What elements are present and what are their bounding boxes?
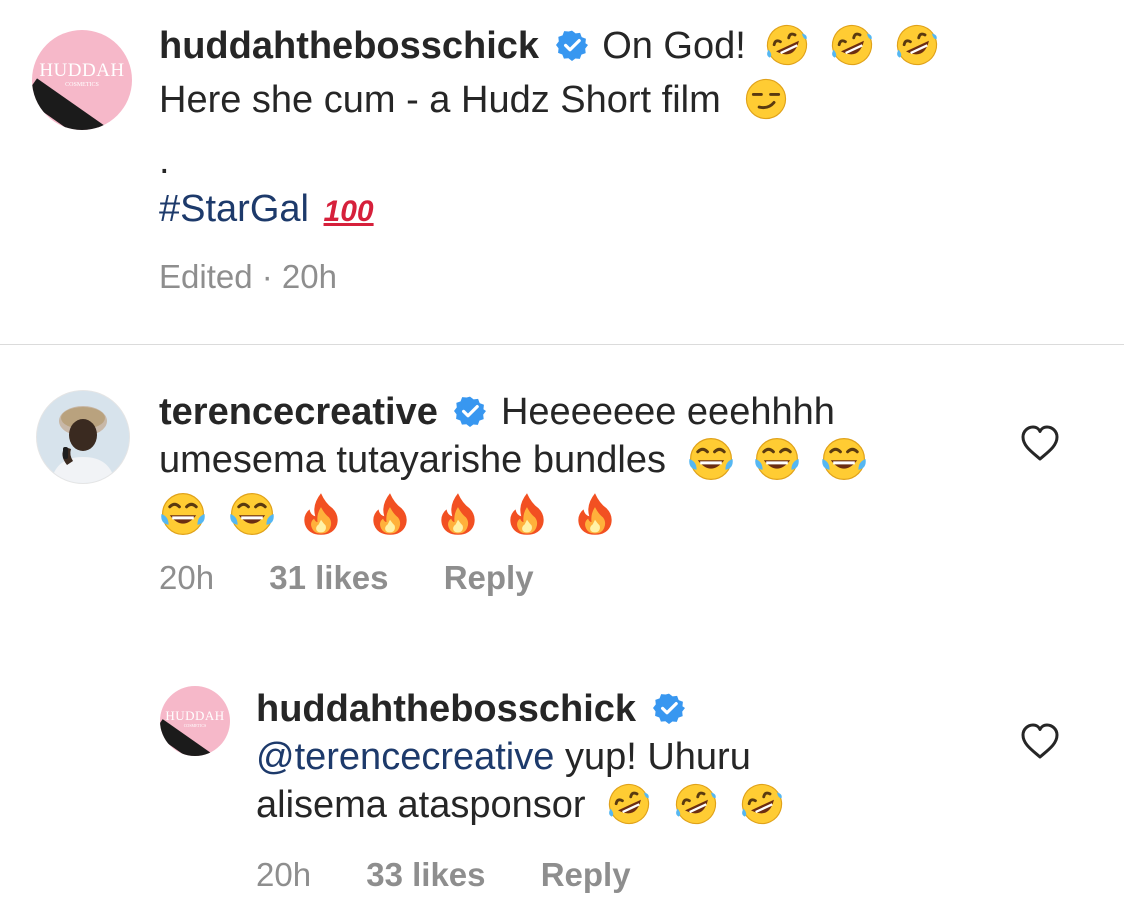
- comment-line-3: [159, 486, 618, 538]
- reply-time: 20h: [256, 856, 312, 893]
- verified-badge-icon: [653, 692, 685, 724]
- rofl-emoji-icon: [764, 22, 810, 68]
- comment-text: umesema tutayarishe bundles: [159, 439, 666, 481]
- fire-emoji-icon: [504, 490, 550, 538]
- comment-likes[interactable]: 31 likes: [269, 559, 388, 596]
- joy-emoji-icon: [753, 435, 801, 483]
- joy-emoji-icon: [820, 435, 868, 483]
- avatar-logo-text: HUDDAH: [165, 708, 225, 723]
- comment-reply-button[interactable]: Reply: [444, 559, 534, 596]
- comment-text: Heeeeeee eeehhhh: [500, 391, 835, 433]
- fire-emoji-icon: [435, 490, 481, 538]
- caption-username[interactable]: huddahthebosschick: [159, 25, 539, 67]
- fire-emoji-icon: [298, 490, 344, 538]
- avatar[interactable]: [36, 390, 130, 484]
- reply-text: alisema atasponsor: [256, 784, 586, 826]
- joy-emoji-icon: [228, 490, 276, 538]
- comment-line-2: umesema tutayarishe bundles: [159, 434, 868, 489]
- joy-emoji-icon: [159, 490, 207, 538]
- comment-time: 20h: [159, 559, 215, 596]
- rofl-emoji-icon: [739, 781, 785, 827]
- rofl-emoji-icon: [894, 22, 940, 68]
- fire-emoji-icon: [572, 490, 618, 538]
- like-heart-icon[interactable]: [1020, 722, 1060, 762]
- divider: [0, 344, 1124, 345]
- comment-line-1: terencecreative Heeeeeee eeehhhh: [159, 386, 835, 438]
- avatar-logo-text: HUDDAH: [39, 60, 125, 81]
- rofl-emoji-icon: [606, 781, 652, 827]
- comment-meta: 20h 31 likes Reply: [159, 559, 534, 597]
- mention-link[interactable]: @terencecreative: [256, 736, 554, 778]
- caption-line-2: Here she cum - a Hudz Short film: [159, 74, 789, 128]
- reply-line-3: alisema atasponsor: [256, 779, 785, 833]
- avatar-photo: [37, 391, 129, 483]
- smirk-emoji-icon: [743, 76, 789, 122]
- reply-likes[interactable]: 33 likes: [366, 856, 485, 893]
- comment-username[interactable]: terencecreative: [159, 391, 438, 433]
- caption-text: On God!: [602, 25, 746, 67]
- reply-meta: 20h 33 likes Reply: [256, 856, 631, 894]
- avatar[interactable]: HUDDAH COSMETICS: [160, 686, 230, 756]
- hundred-points-emoji-icon: 100: [323, 195, 374, 228]
- caption-meta: Edited · 20h: [159, 258, 337, 295]
- caption-line-1: huddahthebosschick On God!: [159, 20, 940, 74]
- caption-text: Here she cum - a Hudz Short film: [159, 79, 721, 121]
- reply-username[interactable]: huddahthebosschick: [256, 688, 636, 730]
- avatar[interactable]: HUDDAH COSMETICS: [32, 30, 132, 130]
- fire-emoji-icon: [367, 490, 413, 538]
- joy-emoji-icon: [687, 435, 735, 483]
- rofl-emoji-icon: [673, 781, 719, 827]
- rofl-emoji-icon: [829, 22, 875, 68]
- caption-hashtag-line: #StarGal 100: [159, 183, 374, 238]
- reply-reply-button[interactable]: Reply: [541, 856, 631, 893]
- like-heart-icon[interactable]: [1020, 424, 1060, 464]
- verified-badge-icon: [556, 29, 588, 61]
- verified-badge-icon: [454, 395, 486, 427]
- hashtag-link[interactable]: #StarGal: [159, 188, 309, 230]
- reply-text: yup! Uhuru: [554, 736, 751, 778]
- reply-line-2: @terencecreative yup! Uhuru: [256, 731, 751, 783]
- reply-line-1: huddahthebosschick: [256, 683, 689, 735]
- caption-dot: .: [159, 140, 170, 182]
